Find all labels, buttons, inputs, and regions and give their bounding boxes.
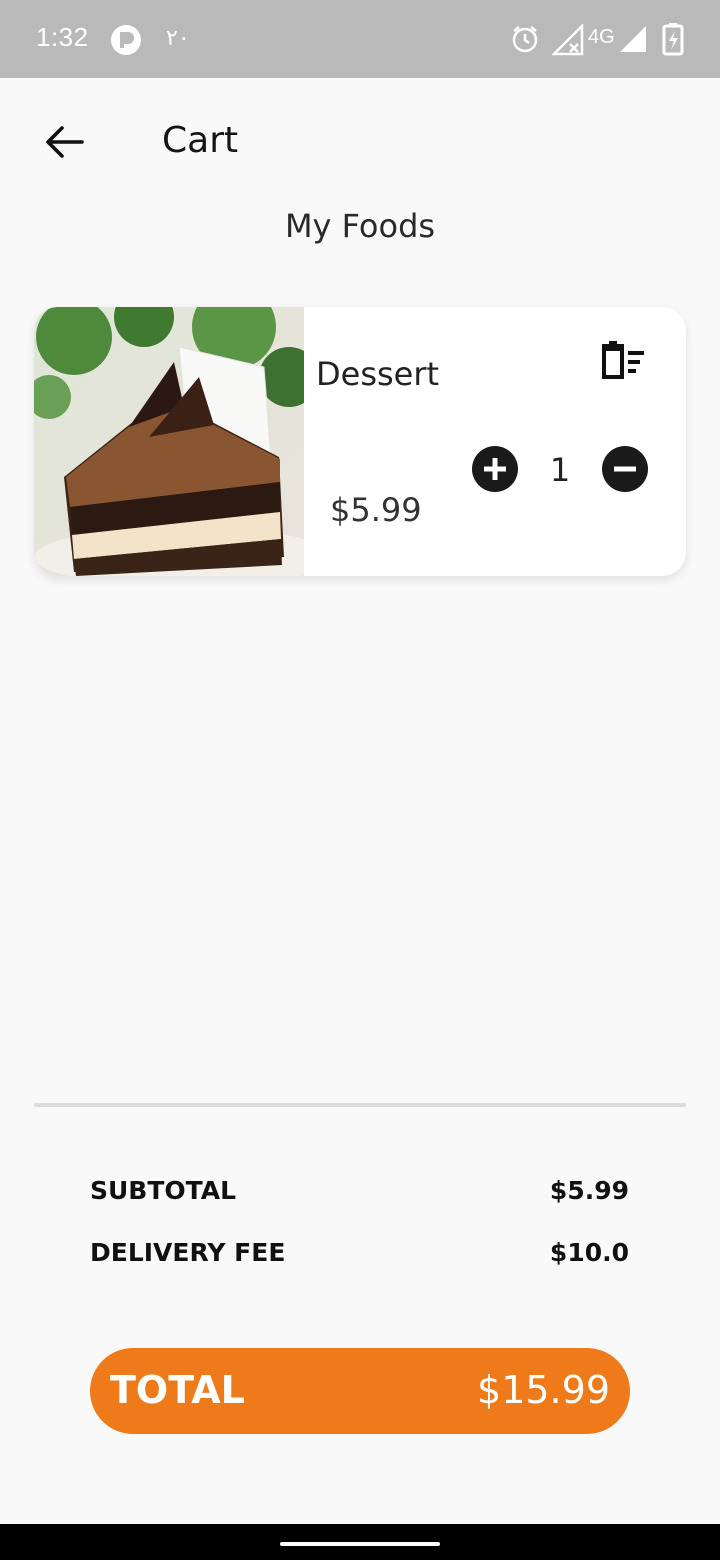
alarm-icon (512, 26, 538, 53)
plus-circle-icon (484, 458, 506, 480)
quantity-value: 1 (549, 451, 571, 489)
home-gesture-handle[interactable] (280, 1542, 440, 1546)
section-title: My Foods (284, 207, 436, 245)
delivery-fee-label: DELIVERY FEE (90, 1238, 286, 1267)
page-title: Cart (162, 120, 239, 161)
status-time: 1:32 (36, 22, 89, 52)
signal-icon (620, 26, 646, 52)
navigation-bar (0, 1524, 720, 1560)
delivery-fee-value: $10.0 (549, 1238, 629, 1267)
increase-quantity-button[interactable] (472, 446, 518, 492)
status-bar: 1:32 ٢٠ 4G (0, 0, 720, 78)
total-checkout-button[interactable]: TOTAL $15.99 (90, 1348, 630, 1434)
p-app-icon (111, 25, 141, 55)
cart-item-card: Dessert 1 $5.99 (34, 307, 686, 576)
total-value: $15.99 (477, 1368, 610, 1412)
arrow-left-icon (46, 126, 84, 158)
food-name: Dessert (316, 355, 440, 393)
decrease-quantity-button[interactable] (602, 446, 648, 492)
total-label: TOTAL (110, 1368, 245, 1412)
minus-circle-icon (614, 466, 636, 472)
divider (34, 1103, 686, 1107)
battery-charging-icon (662, 23, 684, 56)
back-button[interactable] (40, 118, 88, 166)
network-type: 4G (588, 26, 615, 48)
chocolate-cake-image (34, 307, 304, 576)
delete-item-button[interactable] (600, 341, 650, 381)
no-signal-icon (552, 24, 584, 56)
status-indicator-text: ٢٠ (166, 26, 190, 51)
subtotal-value: $5.99 (549, 1176, 629, 1205)
delete-sweep-icon (602, 341, 644, 379)
subtotal-label: SUBTOTAL (90, 1176, 237, 1205)
food-price: $5.99 (330, 491, 422, 529)
